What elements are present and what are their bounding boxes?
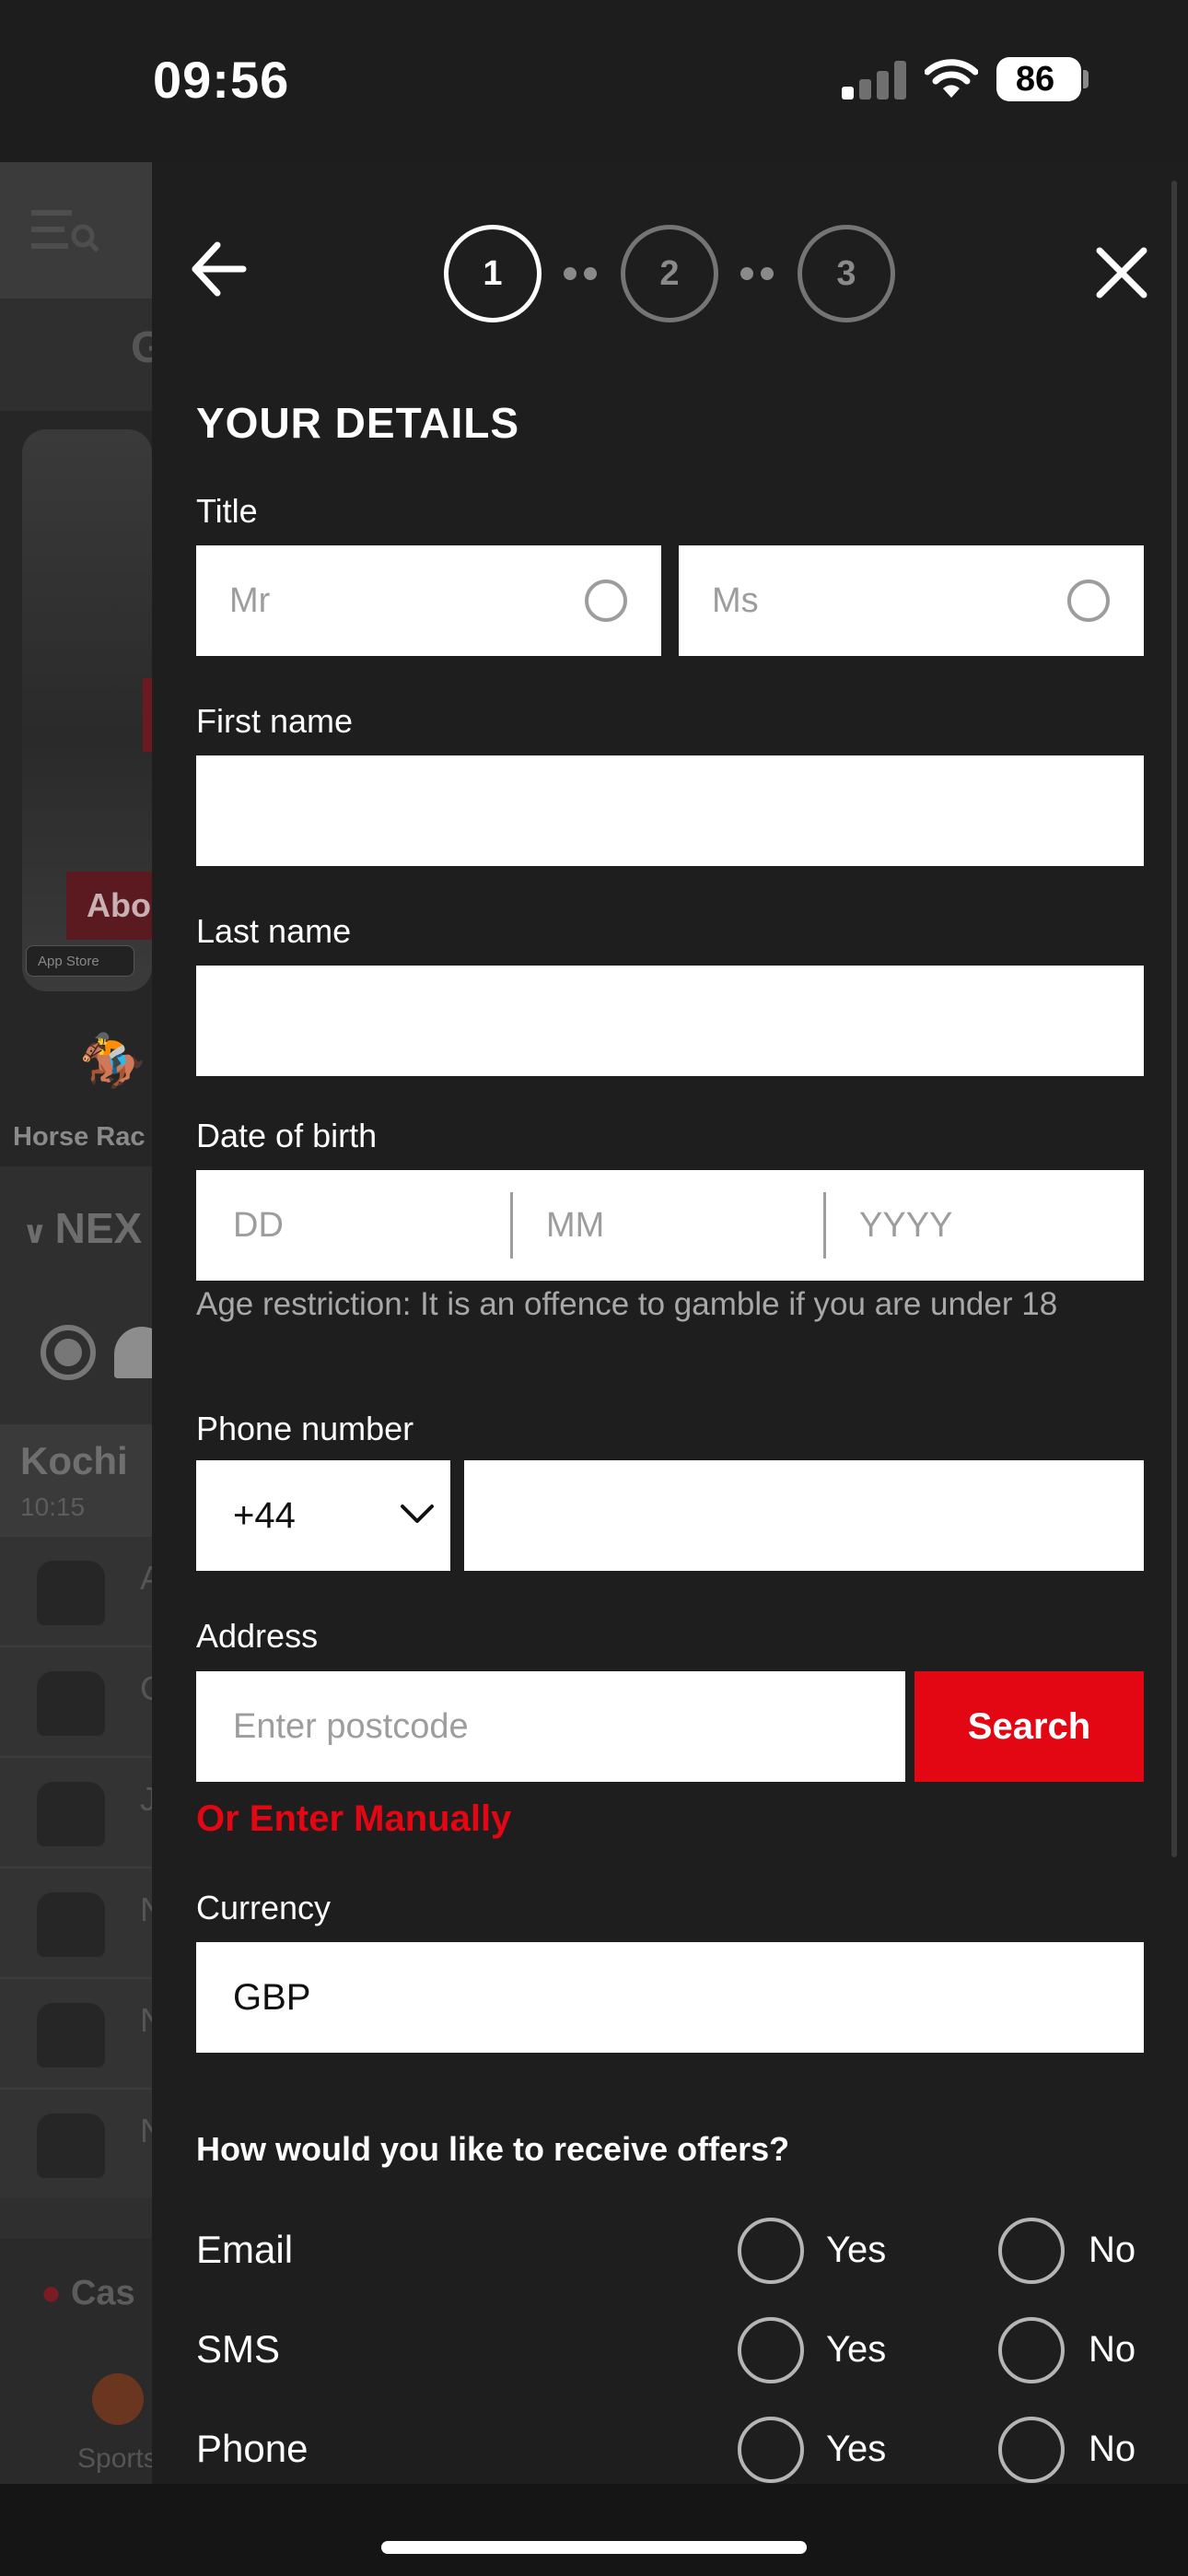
last-name-label: Last name bbox=[196, 912, 352, 950]
jockey-silk-icon bbox=[37, 1782, 105, 1846]
offers-phone-label: Phone bbox=[196, 2427, 309, 2470]
background-casino: ● Cas bbox=[41, 2274, 135, 2313]
offers-sms-no-label: No bbox=[1089, 2329, 1136, 2370]
first-name-field[interactable] bbox=[196, 755, 1144, 866]
battery-level: 86 bbox=[1015, 60, 1055, 99]
menu-search-icon bbox=[31, 210, 99, 252]
offers-sms-yes-radio[interactable] bbox=[738, 2317, 804, 2383]
background-horse-racing-label: Horse Rac bbox=[13, 1122, 146, 1152]
battery-tip bbox=[1083, 70, 1089, 88]
last-name-field[interactable] bbox=[196, 966, 1144, 1076]
background-banner-button: Abo bbox=[66, 872, 158, 940]
background-next-races: ∨ NEX bbox=[22, 1203, 142, 1253]
background-sports-label: Sports bbox=[77, 2443, 157, 2474]
offers-phone-yes-label: Yes bbox=[826, 2429, 887, 2469]
radio-icon bbox=[1067, 580, 1110, 622]
first-name-label: First name bbox=[196, 702, 354, 740]
phone-number-field[interactable] bbox=[464, 1460, 1144, 1571]
step-3-indicator: 3 bbox=[798, 225, 895, 322]
background-runner-row: C bbox=[0, 1645, 164, 1756]
jockey-silk-icon bbox=[37, 1671, 105, 1736]
country-code-value: +44 bbox=[233, 1495, 296, 1536]
offers-phone-yes-radio[interactable] bbox=[738, 2417, 804, 2483]
cherry-icon: ● bbox=[41, 2274, 62, 2313]
title-option-mr[interactable]: Mr bbox=[196, 545, 661, 656]
title-option-ms-label: Ms bbox=[712, 581, 759, 620]
offers-question: How would you like to receive offers? bbox=[196, 2130, 790, 2168]
cellular-signal-icon bbox=[842, 61, 906, 100]
offers-email-yes-label: Yes bbox=[826, 2230, 887, 2270]
sports-ball-icon bbox=[92, 2373, 144, 2425]
background-runner-row: A bbox=[0, 1535, 162, 1645]
offers-email-no-radio[interactable] bbox=[998, 2218, 1065, 2284]
country-code-select[interactable]: +44 bbox=[196, 1460, 450, 1571]
postcode-placeholder: Enter postcode bbox=[233, 1707, 469, 1746]
offers-sms-label: SMS bbox=[196, 2327, 281, 2371]
dob-day-input[interactable]: DD bbox=[196, 1170, 509, 1281]
horse-racing-icon: 🏇 bbox=[79, 1031, 146, 1091]
jockey-silk-icon bbox=[37, 1561, 105, 1625]
offers-email-no-label: No bbox=[1089, 2230, 1136, 2270]
dob-year-placeholder: YYYY bbox=[859, 1206, 953, 1245]
step-1-indicator: 1 bbox=[444, 225, 542, 322]
wifi-icon bbox=[925, 59, 978, 98]
dob-day-placeholder: DD bbox=[233, 1206, 284, 1245]
dob-label: Date of birth bbox=[196, 1117, 378, 1154]
dob-month-placeholder: MM bbox=[546, 1206, 605, 1245]
age-restriction-hint: Age restriction: It is an offence to gam… bbox=[196, 1286, 1058, 1322]
background-meeting-name: Kochi bbox=[20, 1439, 128, 1482]
scrollbar[interactable] bbox=[1171, 181, 1177, 1857]
step-connector bbox=[558, 267, 602, 282]
jockey-silk-icon bbox=[37, 1892, 105, 1957]
page-title: YOUR DETAILS bbox=[196, 399, 520, 447]
background-meeting-time: 10:15 bbox=[20, 1493, 86, 1521]
step-2-indicator: 2 bbox=[621, 225, 718, 322]
offers-sms-yes-label: Yes bbox=[826, 2329, 887, 2370]
step-connector bbox=[735, 267, 779, 282]
dob-year-input[interactable]: YYYY bbox=[826, 1170, 1144, 1281]
background-runner-row: N bbox=[0, 1867, 164, 1977]
currency-value: GBP bbox=[233, 1977, 311, 2018]
background-next-races-label: NEX bbox=[54, 1204, 143, 1252]
postcode-input[interactable]: Enter postcode bbox=[196, 1671, 905, 1782]
status-bar: 09:56 86 bbox=[0, 0, 1188, 162]
phone-label: Phone number bbox=[196, 1410, 414, 1447]
dob-field-group: DD MM YYYY bbox=[196, 1170, 1144, 1281]
background-app-store-badge: App Store bbox=[26, 945, 134, 977]
background-runner-row: J bbox=[0, 1756, 157, 1867]
background-runner-row: N bbox=[0, 1977, 164, 2088]
background-runner-row: N bbox=[0, 2088, 164, 2198]
offers-sms-no-radio[interactable] bbox=[998, 2317, 1065, 2383]
offers-email-yes-radio[interactable] bbox=[738, 2218, 804, 2284]
bottom-safe-area bbox=[0, 2484, 1188, 2576]
offers-phone-no-radio[interactable] bbox=[998, 2417, 1065, 2483]
title-option-ms[interactable]: Ms bbox=[679, 545, 1144, 656]
title-option-mr-label: Mr bbox=[229, 581, 271, 620]
radio-icon bbox=[585, 580, 627, 622]
chevron-down-icon: ∨ bbox=[22, 1215, 48, 1250]
close-icon[interactable] bbox=[1096, 247, 1147, 299]
status-time: 09:56 bbox=[153, 51, 290, 109]
battery-icon: 86 bbox=[996, 57, 1081, 101]
background-radio-icon bbox=[41, 1325, 96, 1380]
dob-month-input[interactable]: MM bbox=[513, 1170, 822, 1281]
currency-label: Currency bbox=[196, 1889, 332, 1926]
jockey-silk-icon bbox=[37, 2113, 105, 2178]
back-arrow-icon[interactable] bbox=[190, 241, 247, 297]
offers-email-label: Email bbox=[196, 2228, 294, 2271]
address-label: Address bbox=[196, 1617, 319, 1655]
title-label: Title bbox=[196, 492, 258, 530]
chevron-down-icon bbox=[401, 1505, 434, 1523]
search-button[interactable]: Search bbox=[914, 1671, 1144, 1782]
enter-manually-link[interactable]: Or Enter Manually bbox=[196, 1798, 511, 1840]
offers-phone-no-label: No bbox=[1089, 2429, 1136, 2469]
home-indicator[interactable] bbox=[381, 2541, 807, 2554]
background-casino-label: Cas bbox=[70, 2274, 135, 2313]
currency-field[interactable]: GBP bbox=[196, 1942, 1144, 2053]
jockey-silk-icon bbox=[37, 2003, 105, 2067]
